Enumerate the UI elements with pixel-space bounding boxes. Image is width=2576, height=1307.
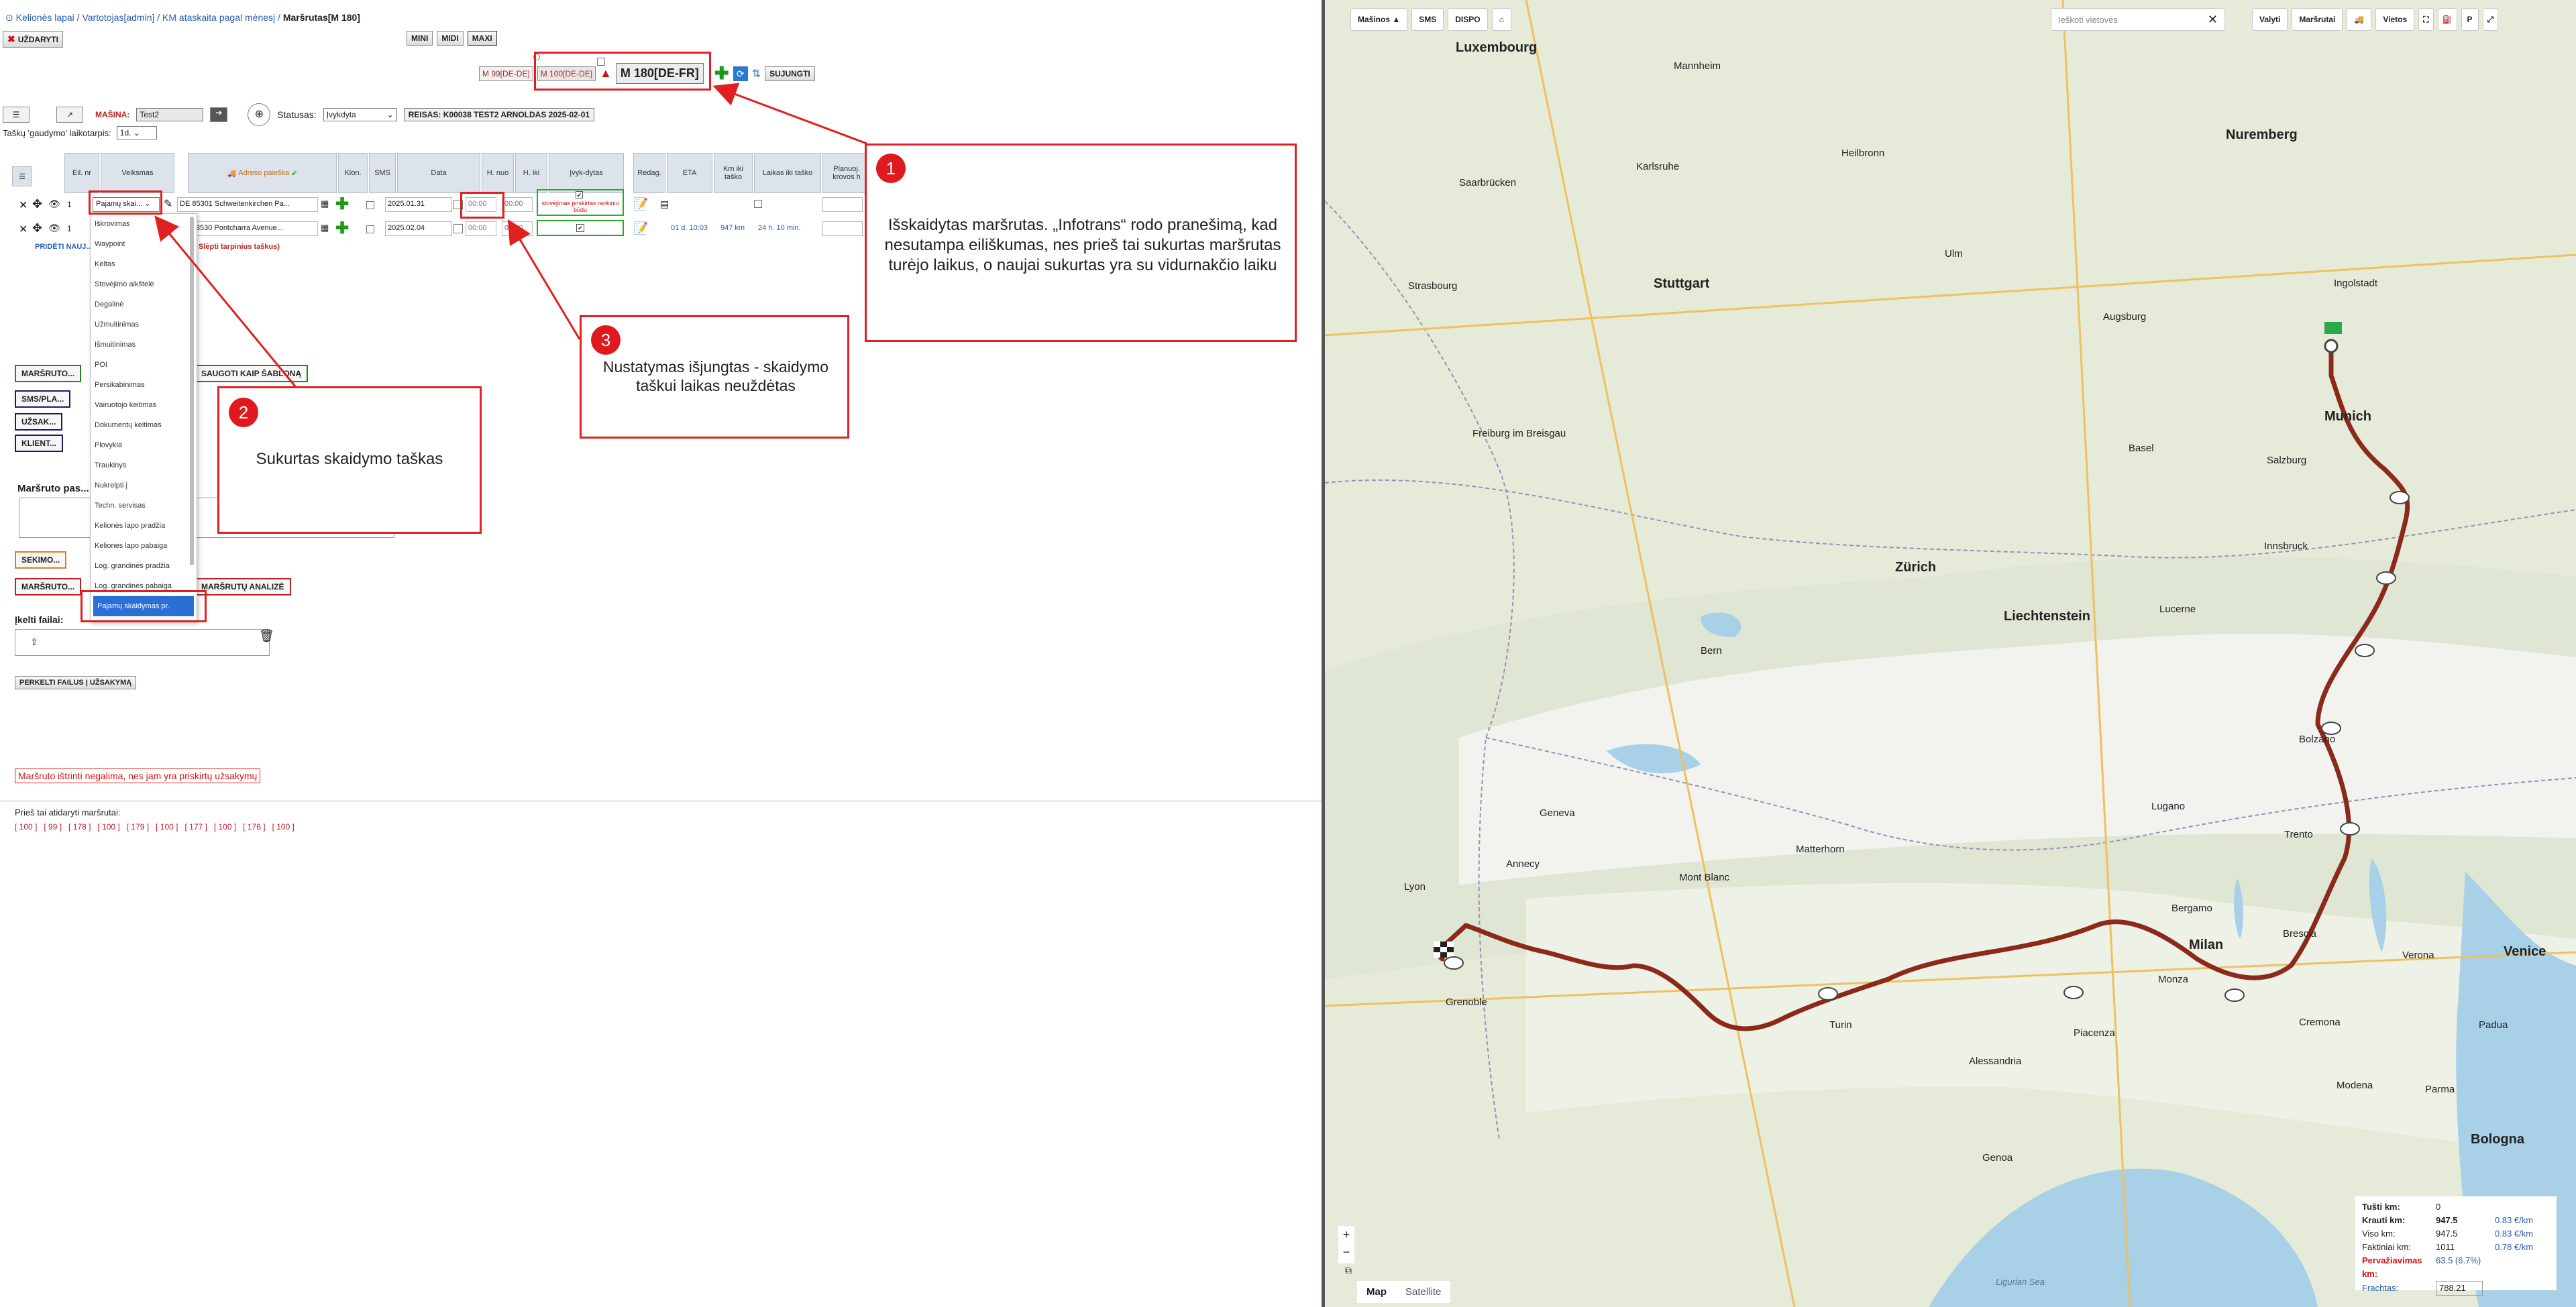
previous-route-link[interactable]: [ 176 ] (243, 822, 265, 832)
truck-button[interactable]: 🚚 (2347, 8, 2372, 31)
chevron-up-icon: ▲ (1392, 15, 1401, 24)
map-type-switch: Map Satellite (1357, 1281, 1451, 1303)
previous-route-link[interactable]: [ 100 ] (97, 822, 119, 832)
map-type-satellite[interactable]: Satellite (1396, 1281, 1450, 1303)
city-label: Stuttgart (1654, 276, 1710, 291)
previous-route-link[interactable]: [ 100 ] (272, 822, 294, 832)
sea-label: Ligurian Sea (1996, 1277, 2045, 1287)
parking-icon[interactable]: P (2461, 8, 2479, 31)
route-editor-panel: ⊙ Kelionės lapai / Vartotojas[admin] / K… (0, 0, 1322, 1307)
city-label: Modena (2337, 1080, 2373, 1091)
city-label: Basel (2129, 443, 2154, 454)
city-label: Bolzano (2299, 734, 2336, 745)
map-panel[interactable]: Luxembourg Nuremberg Stuttgart Munich Zürich… (1325, 0, 2576, 1307)
route-stats-panel: Tušti km: 0 Krauti km: 947.5 0.83 €/km Viso… (2355, 1196, 2557, 1296)
truck-icon: 🚚 (2354, 15, 2365, 24)
city-label: Augsburg (2103, 311, 2147, 323)
city-label: Alessandria (1969, 1056, 2022, 1067)
zoom-out-button[interactable]: − (1338, 1243, 1354, 1261)
city-label: Geneva (1540, 807, 1575, 819)
fuel-icon[interactable]: ⛽ (2437, 8, 2457, 31)
city-label: Zürich (1895, 560, 1937, 575)
previous-route-link[interactable]: [ 177 ] (184, 822, 207, 832)
city-label: Lucerne (2159, 604, 2196, 615)
city-label: Innsbruck (2264, 541, 2308, 552)
home-button[interactable]: ⌂ (1491, 8, 1511, 31)
city-label: Liechtenstein (2004, 609, 2090, 624)
city-label: Ulm (1945, 248, 1963, 260)
city-label: Ingolstadt (2334, 278, 2378, 289)
previous-route-link[interactable]: [ 100 ] (214, 822, 236, 832)
sms-button[interactable]: SMS (1411, 8, 1444, 31)
city-label: Bergamo (2171, 903, 2212, 914)
city-label: Milan (2189, 937, 2224, 952)
city-label: Mont Blanc (1679, 872, 1730, 883)
previously-opened-list: [ 100 ] [ 99 ] [ 178 ] [ 100 ] [ 179 ] [… (15, 822, 294, 832)
city-label: Parma (2425, 1084, 2455, 1095)
city-label: Bologna (2471, 1132, 2524, 1147)
clear-button[interactable]: Valyti (2252, 8, 2288, 31)
home-icon: ⌂ (1499, 15, 1504, 24)
zoom-control: + − (1338, 1226, 1354, 1263)
previous-route-link[interactable]: [ 100 ] (156, 822, 178, 832)
city-label: Saarbrücken (1459, 177, 1517, 188)
city-label: Bern (1701, 645, 1722, 657)
city-label: Lyon (1404, 881, 1426, 893)
city-label: Nuremberg (2226, 127, 2298, 142)
city-label: Luxembourg (1456, 40, 1538, 55)
zoom-in-button[interactable]: + (1338, 1226, 1354, 1243)
vehicles-menu-button[interactable]: Mašinos ▲ (1350, 8, 1408, 31)
place-search-input[interactable]: Ieškoti vietovės ✕ (2051, 8, 2225, 31)
freight-input[interactable]: 788.21 (2436, 1281, 2483, 1296)
places-button[interactable]: Vietos (2375, 8, 2415, 31)
fullscreen-map-icon[interactable]: ⧉ (1345, 1265, 1352, 1276)
city-labels: Luxembourg Nuremberg Stuttgart Munich Zürich… (1325, 0, 2576, 1307)
previously-opened-label: Prieš tai atidaryti maršrutai: (15, 807, 121, 817)
city-label: Padua (2479, 1019, 2508, 1031)
city-label: Genoa (1982, 1152, 2013, 1163)
city-label: Piacenza (2074, 1027, 2115, 1039)
city-label: Freiburg im Breisgau (1472, 428, 1566, 439)
city-label: Salzburg (2267, 455, 2307, 466)
city-label: Turin (1829, 1019, 1852, 1031)
previous-route-link[interactable]: [ 100 ] (15, 822, 37, 832)
city-label: Heilbronn (1841, 148, 1885, 159)
layers-icon[interactable]: ⛶ (2418, 8, 2434, 31)
city-label: Monza (2158, 974, 2189, 985)
city-label: Brescia (2283, 928, 2317, 940)
map-type-map[interactable]: Map (1357, 1281, 1396, 1303)
map-toolbar-left: Mašinos ▲ SMS DISPO ⌂ (1350, 8, 1511, 31)
city-label: Matterhorn (1796, 844, 1845, 855)
dispo-button[interactable]: DISPO (1448, 8, 1488, 31)
city-label: Strasbourg (1408, 280, 1458, 292)
city-label: Grenoble (1446, 997, 1487, 1008)
map-toolbar-right: Valyti Maršrutai 🚚 Vietos ⛶ ⛽ P ⤢ (2252, 8, 2499, 31)
fullscreen-icon[interactable]: ⤢ (2482, 8, 2499, 31)
annotation-arrows (154, 82, 867, 387)
city-label: Mannheim (1674, 60, 1721, 72)
city-label: Karlsruhe (1636, 161, 1680, 172)
previous-route-link[interactable]: [ 179 ] (127, 822, 149, 832)
city-label: Verona (2402, 950, 2434, 961)
routes-button[interactable]: Maršrutai (2292, 8, 2343, 31)
city-label: Trento (2284, 829, 2313, 840)
previous-route-link[interactable]: [ 99 ] (44, 822, 62, 832)
city-label: Venice (2504, 944, 2546, 959)
previous-route-link[interactable]: [ 178 ] (68, 822, 91, 832)
city-label: Annecy (1506, 858, 1540, 870)
city-label: Cremona (2299, 1017, 2341, 1028)
city-label: Lugano (2151, 801, 2186, 812)
clear-search-icon[interactable]: ✕ (2208, 13, 2218, 27)
city-label: Munich (2324, 409, 2371, 424)
